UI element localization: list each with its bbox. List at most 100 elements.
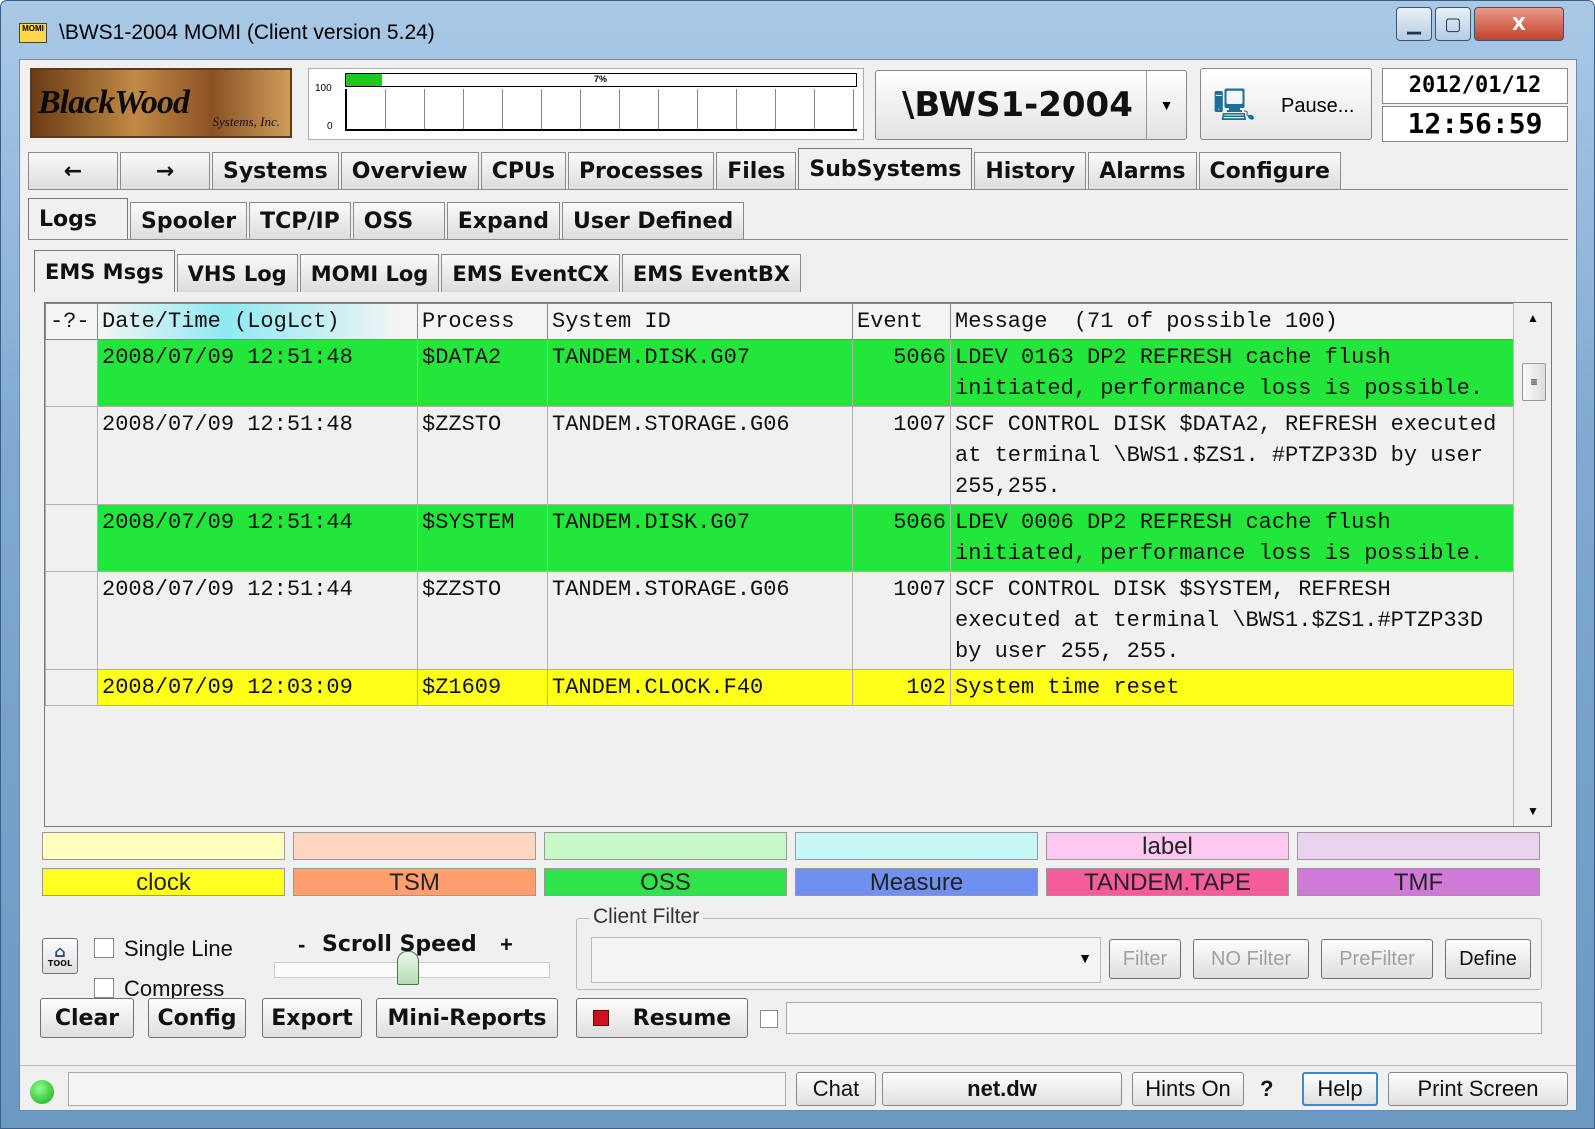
message-cell: System time reset [950, 669, 1514, 706]
forward-button[interactable]: → [120, 152, 210, 190]
hints-toggle-button[interactable]: Hints On [1132, 1072, 1244, 1106]
column-header-message[interactable]: Message (71 of possible 100) [950, 303, 1514, 340]
column-header-datetime[interactable]: Date/Time (LogLct) [97, 303, 418, 340]
config-button[interactable]: Config [148, 998, 246, 1038]
subtab-expand[interactable]: Expand [446, 202, 560, 240]
chat-button[interactable]: Chat [796, 1072, 876, 1106]
tab-subsystems[interactable]: SubSystems [798, 148, 973, 190]
back-button[interactable]: ← [28, 152, 118, 190]
scroll-speed-knob[interactable] [397, 951, 419, 985]
print-screen-button[interactable]: Print Screen [1388, 1072, 1568, 1106]
maximize-button[interactable]: ▢ [1435, 7, 1471, 41]
tool-button[interactable]: ⌂ TOOL [42, 938, 78, 974]
subtab-logs[interactable]: Logs [28, 198, 128, 240]
table-row[interactable]: 2008/07/09 12:51:44 $ZZSTO TANDEM.STORAGE.… [45, 571, 1514, 670]
subtab-user-defined[interactable]: User Defined [562, 202, 745, 240]
cpu-bar: 7% [345, 73, 857, 87]
legend-swatch: clock [42, 868, 285, 896]
event-cell: 1007 [852, 406, 951, 505]
table-row[interactable]: 2008/07/09 12:51:48 $DATA2 TANDEM.DISK.G07… [45, 339, 1514, 407]
help-button[interactable]: Help [1302, 1072, 1378, 1106]
filter-dropdown-arrow-icon[interactable]: ▼ [1078, 950, 1092, 966]
logtab-ems-msgs[interactable]: EMS Msgs [34, 250, 175, 292]
ems-messages-grid[interactable]: -?- Date/Time (LogLct) Process System ID… [44, 302, 1552, 827]
close-button[interactable]: X [1474, 7, 1564, 41]
cpu-bar-fill [346, 74, 382, 86]
app-window: MOMI \BWS1-2004 MOMI (Client version 5.2… [0, 0, 1595, 1129]
process-cell: $ZZSTO [417, 406, 548, 505]
tab-alarms[interactable]: Alarms [1088, 152, 1197, 190]
cpu-max-label: 100 [315, 83, 332, 94]
table-row[interactable]: 2008/07/09 12:51:48 $ZZSTO TANDEM.STORAGE.… [45, 406, 1514, 505]
scroll-up-arrow-icon[interactable]: ▲ [1514, 311, 1551, 325]
time-display: 12:56:59 [1382, 106, 1568, 142]
client-filter-group: Client Filter ▼ Filter NO Filter PreFilt… [576, 905, 1542, 990]
client-filter-label: Client Filter [589, 905, 704, 929]
legend-swatch: TMF [1297, 868, 1540, 896]
tab-files[interactable]: Files [716, 152, 797, 190]
cpu-percent: 7% [594, 74, 608, 84]
status-message-field [68, 1072, 786, 1106]
subtab-oss[interactable]: OSS [352, 202, 445, 240]
single-line-label: Single Line [124, 936, 233, 961]
pause-label: Pause... [1281, 95, 1355, 117]
prefilter-button[interactable]: PreFilter [1321, 939, 1433, 979]
datetime-cell: 2008/07/09 12:51:44 [97, 571, 418, 670]
single-line-checkbox[interactable] [94, 938, 114, 958]
legend-swatch: TANDEM.TAPE [1046, 868, 1289, 896]
compress-checkbox[interactable] [94, 978, 114, 998]
tab-cpus[interactable]: CPUs [480, 152, 566, 190]
row-flag-cell [45, 504, 98, 572]
progress-field [786, 1002, 1542, 1034]
scroll-thumb[interactable]: ≡ [1522, 363, 1546, 401]
column-header-process[interactable]: Process [417, 303, 548, 340]
grid-header-row: -?- Date/Time (LogLct) Process System ID… [45, 303, 1514, 340]
date-display: 2012/01/12 [1382, 68, 1568, 104]
column-header-flag[interactable]: -?- [45, 303, 98, 340]
process-cell: $SYSTEM [417, 504, 548, 572]
mini-reports-button[interactable]: Mini-Reports [376, 998, 558, 1038]
no-filter-button[interactable]: NO Filter [1193, 939, 1309, 979]
logtab-ems-eventbx[interactable]: EMS EventBX [621, 254, 802, 292]
client-filter-combo[interactable]: ▼ [591, 937, 1101, 983]
company-logo: BlackWood Systems, Inc. [30, 68, 292, 138]
pause-button[interactable]: 🖳 Pause... [1200, 68, 1372, 140]
app-icon: MOMI [19, 23, 47, 43]
column-header-system-id[interactable]: System ID [547, 303, 853, 340]
tab-overview[interactable]: Overview [340, 152, 479, 190]
tab-history[interactable]: History [974, 152, 1087, 190]
question-mark-icon[interactable]: ? [1260, 1076, 1273, 1102]
subtab-spooler[interactable]: Spooler [130, 202, 248, 240]
scroll-down-arrow-icon[interactable]: ▼ [1514, 804, 1551, 818]
cpu-meter: 100 0 7% [308, 68, 864, 140]
logtab-vhs-log[interactable]: VHS Log [176, 254, 298, 292]
tab-systems[interactable]: Systems [212, 152, 339, 190]
logtab-ems-eventcx[interactable]: EMS EventCX [441, 254, 620, 292]
clear-button[interactable]: Clear [40, 998, 134, 1038]
resume-button[interactable]: Resume [576, 998, 748, 1038]
scroll-speed-slider[interactable] [274, 951, 550, 985]
filter-button[interactable]: Filter [1109, 939, 1181, 979]
grid-vertical-scrollbar[interactable]: ▲ ≡ ▼ [1513, 303, 1551, 826]
subtab-tcp-ip[interactable]: TCP/IP [249, 202, 351, 240]
system-selector[interactable]: \BWS1-2004 ▼ [875, 70, 1187, 140]
datetime-cell: 2008/07/09 12:03:09 [97, 669, 418, 706]
table-row[interactable]: 2008/07/09 12:51:44 $SYSTEM TANDEM.DISK.G0… [45, 504, 1514, 572]
column-header-event[interactable]: Event [852, 303, 951, 340]
system-dropdown-arrow-icon[interactable]: ▼ [1146, 71, 1186, 139]
tab-configure[interactable]: Configure [1198, 152, 1341, 190]
system-id-cell: TANDEM.DISK.G07 [547, 504, 853, 572]
system-id-cell: TANDEM.STORAGE.G06 [547, 406, 853, 505]
legend-swatch: OSS [544, 868, 787, 896]
scroll-speed-minus: - [298, 932, 306, 957]
message-cell: LDEV 0163 DP2 REFRESH cache flush initia… [950, 339, 1514, 407]
auto-resume-checkbox[interactable] [760, 1010, 778, 1028]
define-button[interactable]: Define [1445, 939, 1531, 979]
table-row[interactable]: 2008/07/09 12:03:09 $Z1609 TANDEM.CLOCK.F4… [45, 669, 1514, 706]
connection-status-icon [30, 1080, 54, 1104]
export-button[interactable]: Export [262, 998, 362, 1038]
minimize-button[interactable]: ▁ [1396, 7, 1432, 41]
logtab-momi-log[interactable]: MOMI Log [299, 254, 440, 292]
system-id-cell: TANDEM.CLOCK.F40 [547, 669, 853, 706]
tab-processes[interactable]: Processes [567, 152, 715, 190]
